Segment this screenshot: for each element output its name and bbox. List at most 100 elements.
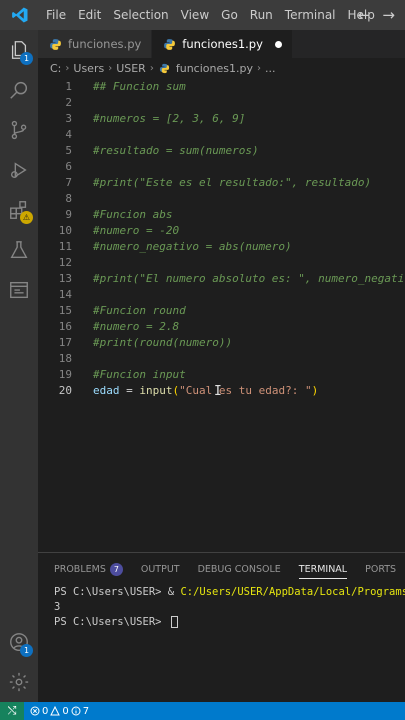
- code-line: 12: [38, 254, 405, 270]
- remote-explorer-icon[interactable]: [5, 276, 33, 304]
- extensions-icon[interactable]: ⚠: [5, 196, 33, 224]
- code-text: #resultado = sum(numeros): [93, 143, 259, 157]
- testing-flask-icon[interactable]: [5, 236, 33, 264]
- warning-count: 0: [62, 705, 69, 717]
- mouse-ibeam-cursor-icon: I: [214, 384, 222, 399]
- code-line: 19 #Funcion input: [38, 366, 405, 382]
- tab-debug-console[interactable]: DEBUG CONSOLE: [198, 553, 281, 585]
- terminal-line: PS C:\Users\USER> & C:/Users/USER/AppDat…: [54, 585, 405, 600]
- error-icon: [30, 706, 40, 716]
- panel-tabs: PROBLEMS 7 OUTPUT DEBUG CONSOLE TERMINAL …: [38, 553, 405, 585]
- breadcrumb-more[interactable]: ...: [265, 62, 276, 75]
- menu-view[interactable]: View: [175, 0, 215, 30]
- chevron-right-icon: ›: [65, 62, 70, 74]
- settings-gear-icon[interactable]: [5, 668, 33, 696]
- problems-status[interactable]: 0 0 7: [30, 706, 89, 717]
- terminal-command-path: C:/Users/USER/AppData/Local/Programs/Pyt…: [180, 586, 405, 598]
- warning-icon: [50, 706, 61, 716]
- code-editor[interactable]: 1 ## Funcion sum 2 3 #numeros = [2, 3, 6, …: [38, 78, 405, 548]
- tab-ports[interactable]: PORTS: [365, 553, 396, 585]
- run-debug-icon[interactable]: [5, 156, 33, 184]
- breadcrumb-users[interactable]: Users: [73, 62, 104, 75]
- python-file-icon: [48, 37, 62, 51]
- tab-funciones1[interactable]: funciones1.py: [152, 30, 293, 58]
- breadcrumb-user[interactable]: USER: [116, 62, 146, 75]
- line-number: 11: [58, 239, 72, 253]
- code-text: edad = input("Cual es tu edad?: "): [93, 384, 318, 397]
- tab-problems[interactable]: PROBLEMS 7: [54, 553, 123, 585]
- chevron-right-icon: ›: [256, 62, 261, 74]
- token-variable: edad: [93, 383, 120, 397]
- bottom-panel: PROBLEMS 7 OUTPUT DEBUG CONSOLE TERMINAL …: [38, 552, 405, 702]
- chevron-right-icon: ›: [149, 62, 154, 74]
- forward-arrow-icon[interactable]: →: [382, 6, 395, 24]
- line-number: 19: [58, 367, 72, 381]
- line-number: 15: [58, 303, 72, 317]
- line-number: 17: [58, 335, 72, 349]
- nav-arrows: ← →: [358, 0, 395, 30]
- menu-terminal[interactable]: Terminal: [279, 0, 342, 30]
- accounts-icon[interactable]: 1: [5, 628, 33, 657]
- line-number: 18: [58, 351, 72, 365]
- line-number: 1: [65, 79, 72, 93]
- menu-file[interactable]: File: [40, 0, 72, 30]
- explorer-icon[interactable]: 1: [5, 36, 33, 65]
- line-number: 14: [58, 287, 72, 301]
- source-control-icon[interactable]: [5, 116, 33, 144]
- breadcrumb: C: › Users › USER › funciones1.py › ...: [38, 58, 405, 78]
- search-icon[interactable]: [5, 76, 33, 104]
- line-number: 6: [65, 159, 72, 173]
- code-line: 16 #numero = 2.8: [38, 318, 405, 334]
- tab-funciones[interactable]: funciones.py: [38, 30, 153, 58]
- line-number: 3: [65, 111, 72, 125]
- code-text: #print("Este es el resultado:", resultad…: [93, 175, 372, 189]
- code-text: #numero = -20: [93, 223, 180, 237]
- line-number: 4: [65, 127, 72, 141]
- line-number: 13: [58, 271, 72, 285]
- code-text: #Funcion round: [93, 303, 186, 317]
- token-string: "Cual es tu edad?: ": [179, 383, 312, 397]
- code-text: #numero = 2.8: [93, 319, 180, 333]
- python-file-icon: [158, 61, 172, 75]
- vscode-logo-icon: [0, 0, 40, 30]
- code-line: 1 ## Funcion sum: [38, 78, 405, 94]
- code-text: ## Funcion sum: [93, 79, 186, 93]
- tab-output[interactable]: OUTPUT: [141, 553, 180, 585]
- extensions-warning-badge: ⚠: [20, 211, 33, 224]
- chevron-right-icon: ›: [108, 62, 113, 74]
- line-number: 12: [58, 255, 72, 269]
- code-line: 3 #numeros = [2, 3, 6, 9]: [38, 110, 405, 126]
- breadcrumb-drive[interactable]: C:: [50, 62, 61, 75]
- code-line: 6: [38, 158, 405, 174]
- terminal-prompt: PS C:\Users\USER> &: [54, 586, 181, 598]
- tab-label: funciones.py: [68, 37, 142, 51]
- status-bar: ⤭ 0 0 7: [0, 702, 405, 720]
- title-bar: File Edit Selection View Go Run Terminal…: [0, 0, 405, 30]
- terminal-prompt: PS C:\Users\USER>: [54, 616, 168, 628]
- menu-go[interactable]: Go: [215, 0, 244, 30]
- breadcrumb-file[interactable]: funciones1.py: [176, 62, 253, 75]
- terminal-line: 3: [54, 601, 61, 613]
- line-number: 7: [65, 175, 72, 189]
- info-icon: [71, 706, 81, 716]
- back-arrow-icon[interactable]: ←: [358, 6, 371, 24]
- menu-edit[interactable]: Edit: [72, 0, 107, 30]
- remote-indicator-icon[interactable]: ⤭: [0, 702, 24, 720]
- terminal-output[interactable]: PS C:\Users\USER> & C:/Users/USER/AppDat…: [38, 585, 405, 630]
- tab-label: funciones1.py: [182, 37, 263, 51]
- code-text: #Funcion abs: [93, 207, 173, 221]
- line-number: 16: [58, 319, 72, 333]
- error-count: 0: [42, 705, 49, 717]
- code-line: 17 #print(round(numero)): [38, 334, 405, 350]
- tab-label: TERMINAL: [298, 563, 348, 575]
- unsaved-dot-icon[interactable]: [274, 40, 282, 48]
- code-line: 7 #print("Este es el resultado:", resulta…: [38, 174, 405, 190]
- menu-selection[interactable]: Selection: [107, 0, 174, 30]
- code-line: 10 #numero = -20: [38, 222, 405, 238]
- menu-run[interactable]: Run: [244, 0, 279, 30]
- tab-label: OUTPUT: [140, 563, 180, 575]
- line-number: 8: [65, 191, 72, 205]
- accounts-badge: 1: [20, 644, 33, 657]
- tab-terminal[interactable]: TERMINAL: [298, 553, 348, 585]
- line-number: 20: [58, 383, 72, 397]
